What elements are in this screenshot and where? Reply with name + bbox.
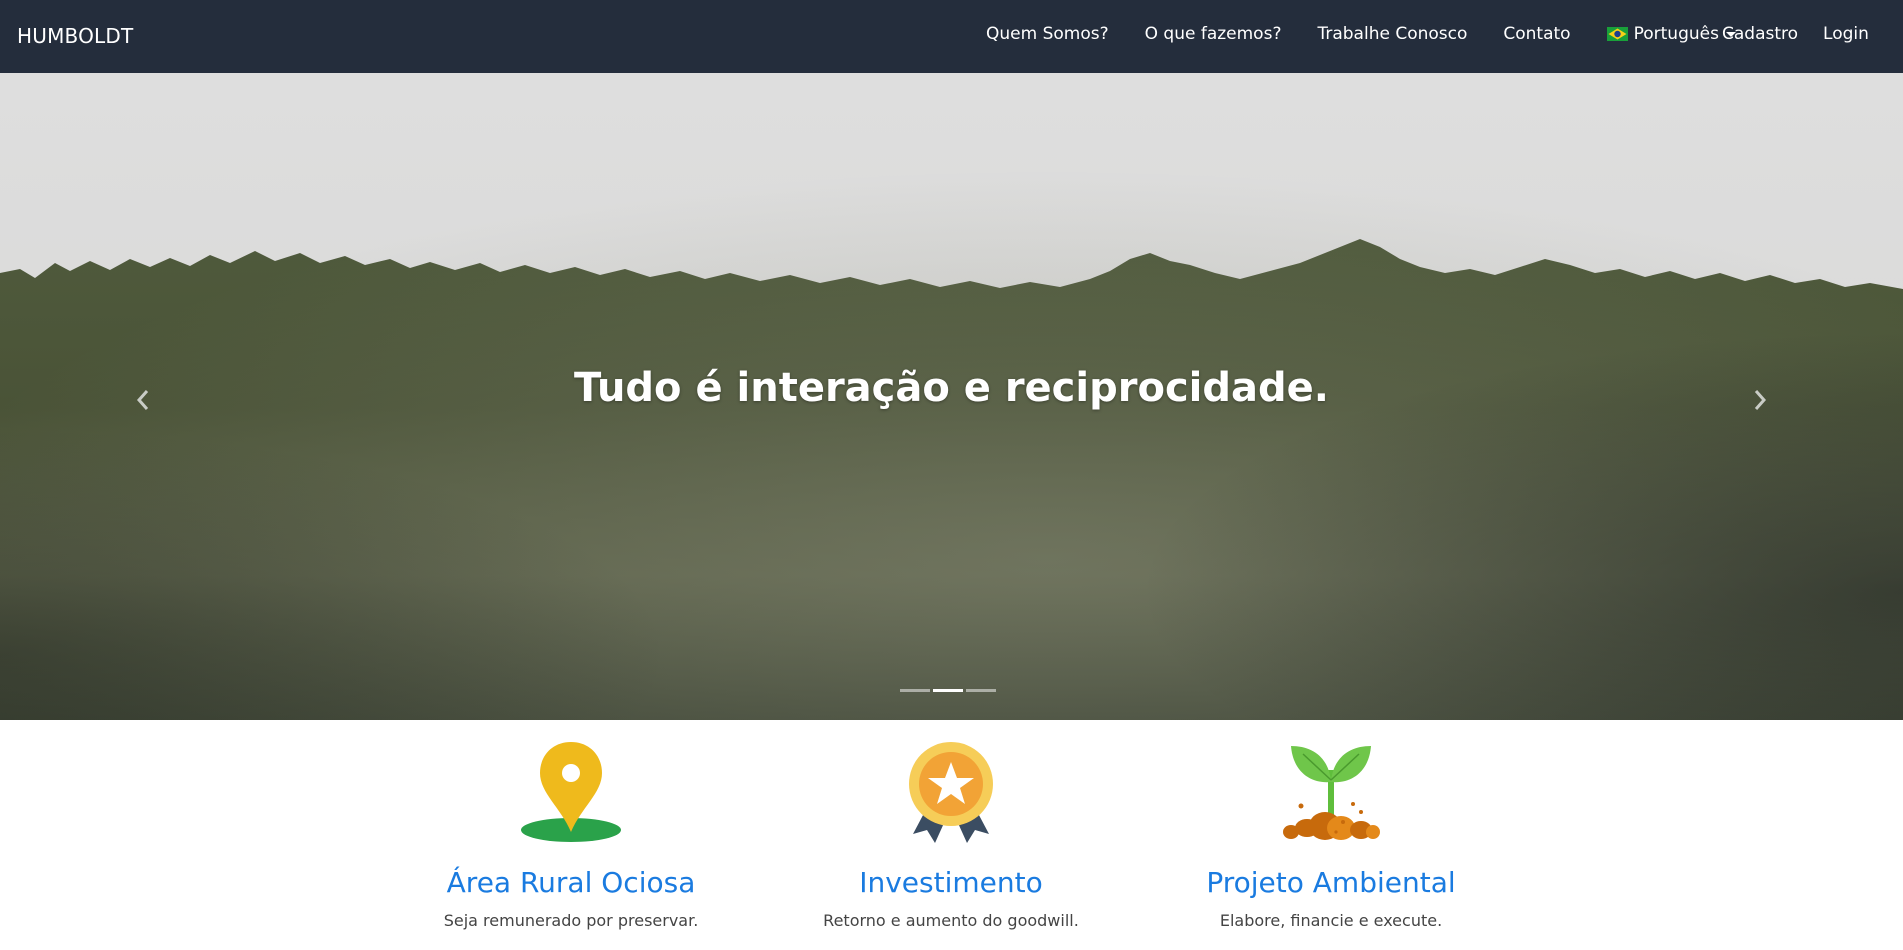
hero-carousel: Tudo é interação e reciprocidade.	[0, 73, 1903, 720]
feature-title: Área Rural Ociosa	[446, 866, 696, 899]
award-medal-icon	[909, 742, 993, 843]
carousel-indicator-3[interactable]	[966, 689, 996, 692]
nav-link-about[interactable]: Quem Somos?	[986, 24, 1109, 44]
main-nav: Quem Somos? O que fazemos? Trabalhe Cono…	[986, 24, 1736, 44]
feature-title: Investimento	[859, 866, 1043, 899]
feature-title: Projeto Ambiental	[1206, 866, 1456, 899]
brazil-flag-icon	[1606, 27, 1628, 41]
feature-description: Retorno e aumento do goodwill.	[823, 911, 1079, 930]
chevron-left-icon	[136, 390, 149, 410]
seedling-icon	[1283, 746, 1380, 840]
carousel-indicators	[900, 689, 996, 692]
nav-link-careers[interactable]: Trabalhe Conosco	[1317, 24, 1467, 44]
top-navbar: HUMBOLDT Quem Somos? O que fazemos? Trab…	[0, 0, 1903, 73]
carousel-prev-button[interactable]	[128, 385, 158, 415]
map-pin-icon	[521, 742, 621, 842]
auth-links: Cadastro Login	[1722, 24, 1869, 44]
feature-description: Seja remunerado por preservar.	[443, 911, 699, 930]
signup-link[interactable]: Cadastro	[1722, 24, 1798, 44]
language-dropdown[interactable]: Português	[1606, 24, 1736, 44]
carousel-next-button[interactable]	[1745, 385, 1775, 415]
carousel-caption: Tudo é interação e reciprocidade.	[574, 365, 1329, 411]
carousel-indicator-2[interactable]	[933, 689, 963, 692]
nav-link-contact[interactable]: Contato	[1503, 24, 1570, 44]
nav-link-services[interactable]: O que fazemos?	[1145, 24, 1282, 44]
login-link[interactable]: Login	[1823, 24, 1869, 44]
brand-logo[interactable]: HUMBOLDT	[17, 24, 133, 48]
feature-description: Elabore, financie e execute.	[1219, 911, 1443, 930]
chevron-right-icon	[1754, 390, 1767, 410]
language-label: Português	[1633, 24, 1719, 44]
carousel-indicator-1[interactable]	[900, 689, 930, 692]
features-section: Área Rural Ociosa Seja remunerado por pr…	[0, 720, 1903, 950]
